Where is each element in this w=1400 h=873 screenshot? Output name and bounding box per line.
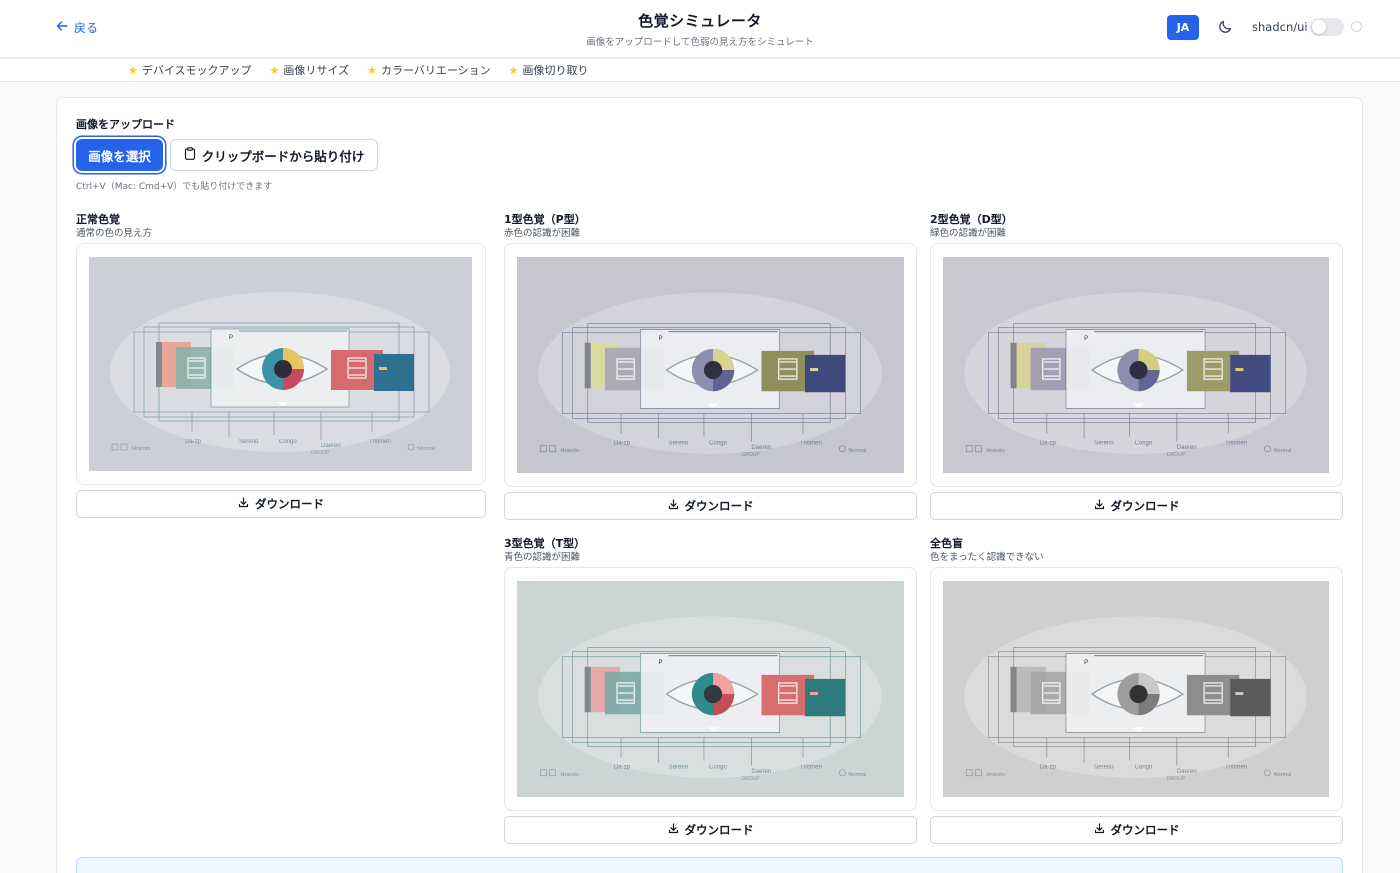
svg-text:Congo: Congo	[279, 439, 297, 445]
svg-text:Sereno: Sereno	[669, 765, 689, 771]
download-icon	[238, 497, 249, 511]
tool-link-image-crop[interactable]: ★ 画像切り取り	[509, 62, 589, 78]
download-icon	[668, 823, 679, 837]
svg-text:P: P	[658, 336, 662, 342]
svg-text:Daeren: Daeren	[751, 769, 771, 775]
svg-text:Daeren: Daeren	[751, 445, 771, 451]
svg-text:GROUP: GROUP	[741, 452, 760, 458]
svg-text:Da-zp: Da-zp	[614, 441, 631, 447]
sim-desc-protanopia: 赤色の認識が困難	[504, 228, 581, 239]
svg-text:P: P	[658, 660, 662, 666]
svg-text:Congo: Congo	[1134, 765, 1152, 771]
svg-text:Hraroto: Hraroto	[132, 446, 150, 452]
svg-text:Da-zp: Da-zp	[1040, 441, 1057, 447]
svg-text:Normal: Normal	[848, 772, 866, 778]
svg-text:Daeren: Daeren	[321, 443, 341, 449]
svg-text:P: P	[1084, 336, 1088, 342]
tool-label: 画像リサイズ	[283, 64, 350, 77]
sim-desc-achromatopsia: 色をまったく認識できない	[930, 552, 1044, 563]
status-dot-icon	[1351, 21, 1362, 32]
svg-text:Da-zp: Da-zp	[185, 439, 202, 445]
download-icon	[1094, 823, 1105, 837]
select-image-button[interactable]: 画像を選択	[76, 139, 163, 171]
tool-link-color-variation[interactable]: ★ カラーバリエーション	[367, 62, 491, 78]
svg-text:Normal: Normal	[1274, 772, 1292, 778]
download-button-normal[interactable]: ダウンロード	[76, 490, 486, 518]
svg-text:GROUP: GROUP	[1167, 776, 1186, 782]
sim-desc-tritanopia: 青色の認識が困難	[504, 552, 581, 563]
download-label: ダウンロード	[1110, 823, 1180, 837]
clipboard-icon	[184, 147, 196, 163]
svg-text:Congo: Congo	[709, 441, 727, 447]
svg-text:Daeren: Daeren	[1177, 445, 1197, 451]
star-icon: ★	[128, 63, 138, 77]
svg-text:GROUP: GROUP	[311, 450, 330, 456]
svg-text:Hraroto: Hraroto	[560, 448, 579, 454]
upload-label: 画像をアップロード	[76, 118, 175, 131]
download-button-deuteranopia[interactable]: ダウンロード	[930, 492, 1343, 520]
svg-text:Sereno: Sereno	[239, 439, 259, 445]
svg-text:Triomen: Triomen	[800, 441, 822, 447]
language-button[interactable]: JA	[1167, 15, 1199, 40]
svg-text:Hraroto: Hraroto	[560, 772, 579, 778]
svg-text:Da-zp: Da-zp	[614, 765, 631, 771]
svg-text:Daeren: Daeren	[1177, 769, 1197, 775]
sim-desc-normal: 通常の色の見え方	[76, 228, 153, 239]
svg-text:GROUP: GROUP	[741, 776, 760, 782]
svg-text:Congo: Congo	[1134, 441, 1152, 447]
svg-text:Hraroto: Hraroto	[986, 448, 1004, 454]
sim-image-deuteranopia: P Hraroto Normal GROUP Da-zp Sereno Congo D…	[943, 257, 1329, 473]
star-icon: ★	[269, 63, 280, 77]
svg-text:Sereno: Sereno	[1094, 765, 1114, 771]
star-icon: ★	[367, 63, 377, 77]
svg-text:Normal: Normal	[417, 446, 435, 452]
download-icon	[1094, 499, 1105, 513]
svg-text:Hraroto: Hraroto	[986, 772, 1004, 778]
paste-clipboard-button[interactable]: クリップボードから貼り付け	[170, 139, 378, 171]
top-header: 戻る 色覚シミュレータ 画像をアップロードして色弱の見え方をシミュレート JA …	[0, 0, 1400, 58]
library-label: shadcn/ui	[1252, 20, 1308, 34]
download-button-tritanopia[interactable]: ダウンロード	[504, 816, 917, 844]
sim-desc-deuteranopia: 緑色の認識が困難	[930, 228, 1007, 239]
toggle-knob	[1312, 20, 1326, 34]
download-label: ダウンロード	[1110, 499, 1180, 513]
download-label: ダウンロード	[684, 499, 754, 513]
svg-text:Normal: Normal	[1274, 448, 1292, 454]
tool-link-device-mockup[interactable]: ★ デバイスモックアップ	[128, 62, 252, 78]
tool-label: 画像切り取り	[522, 64, 589, 77]
tool-label: カラーバリエーション	[380, 64, 491, 77]
svg-text:Triomen: Triomen	[369, 439, 391, 445]
svg-text:Da-zp: Da-zp	[1040, 765, 1057, 771]
library-toggle[interactable]	[1310, 18, 1344, 36]
download-icon	[668, 499, 679, 513]
tool-link-image-resize[interactable]: ★ 画像リサイズ	[270, 62, 350, 78]
sim-image-protanopia: P Hraroto Normal GROUP Da-zp Sereno Congo D…	[517, 257, 904, 473]
paste-hint: Ctrl+V（Mac: Cmd+V）でも貼り付けできます	[76, 182, 273, 192]
svg-text:Triomen: Triomen	[1225, 765, 1247, 771]
download-label: ダウンロード	[255, 497, 324, 511]
svg-text:P: P	[1084, 660, 1088, 666]
sim-image-achromatopsia: P Hraroto Normal GROUP Da-zp Sereno Congo D…	[943, 581, 1329, 797]
svg-text:GROUP: GROUP	[1167, 452, 1186, 458]
download-button-achromatopsia[interactable]: ダウンロード	[930, 816, 1343, 844]
download-label: ダウンロード	[684, 823, 754, 837]
sim-image-tritanopia: P Hraroto Normal GROUP Da-zp Sereno Congo D…	[517, 581, 904, 797]
moon-icon[interactable]	[1217, 19, 1233, 39]
paste-label: クリップボードから貼り付け	[201, 148, 365, 164]
svg-text:Normal: Normal	[848, 448, 866, 454]
download-button-protanopia[interactable]: ダウンロード	[504, 492, 917, 520]
info-box	[76, 857, 1343, 873]
svg-text:P: P	[229, 335, 233, 341]
svg-text:Congo: Congo	[709, 765, 727, 771]
tool-label: デバイスモックアップ	[141, 64, 252, 77]
svg-text:Triomen: Triomen	[800, 765, 822, 771]
related-tools-bar: ★ デバイスモックアップ ★ 画像リサイズ ★ カラーバリエーション ★ 画像切り取り	[0, 59, 1400, 82]
svg-text:Triomen: Triomen	[1225, 441, 1247, 447]
star-icon: ★	[508, 63, 519, 77]
sim-image-normal: P Hraroto Normal GROUP Da-zp Sereno Congo D…	[89, 257, 472, 471]
svg-text:Sereno: Sereno	[669, 441, 689, 447]
svg-text:Sereno: Sereno	[1094, 441, 1114, 447]
